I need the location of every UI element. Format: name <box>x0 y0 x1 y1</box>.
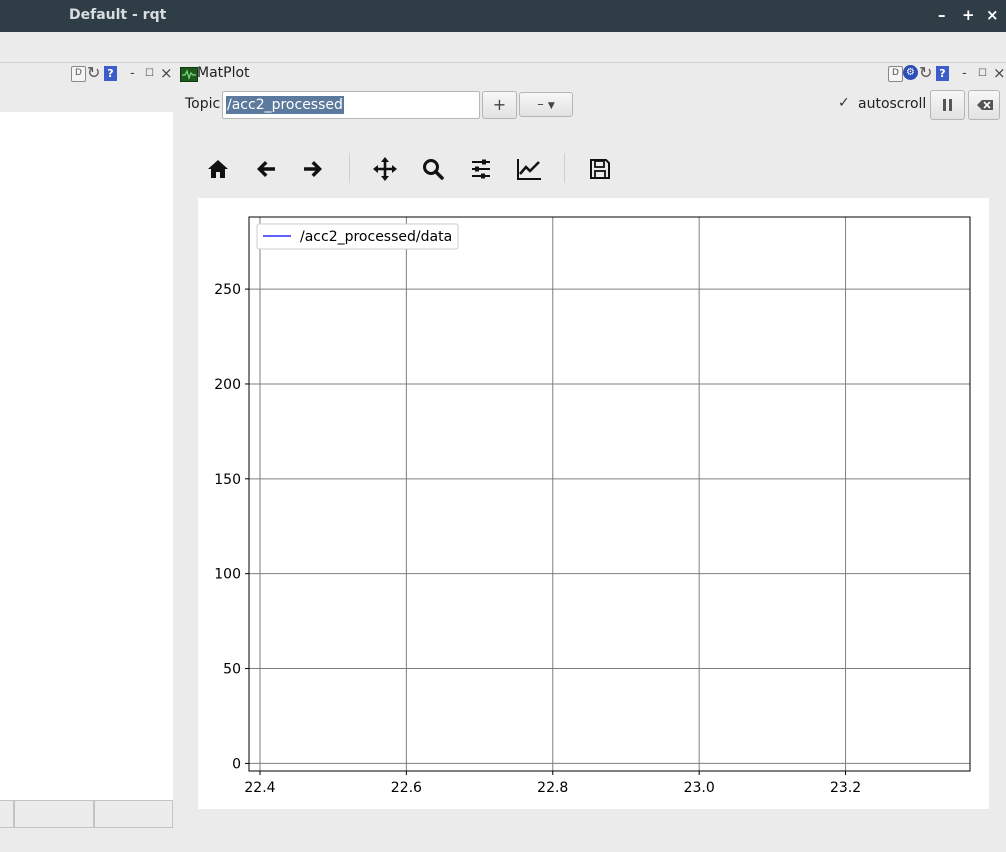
y-tick-label: 0 <box>232 756 241 772</box>
y-tick-label: 250 <box>214 282 241 298</box>
x-tick-label: 23.2 <box>830 780 861 796</box>
y-tick-label: 150 <box>214 472 241 488</box>
reload-icon[interactable]: ↻ <box>87 63 100 82</box>
window-title: Default - rqt <box>69 7 167 23</box>
maximize-button[interactable]: + <box>962 6 975 24</box>
pause-icon <box>943 99 952 111</box>
plugin-reload-icon[interactable]: ↻ <box>919 63 932 82</box>
autoscroll-label: autoscroll <box>858 96 927 112</box>
configure-subplots-icon[interactable] <box>465 154 497 184</box>
forward-icon[interactable] <box>297 154 329 184</box>
x-tick-label: 22.4 <box>244 780 275 796</box>
left-dock-float-button[interactable]: - <box>130 66 135 81</box>
legend-label: /acc2_processed/data <box>300 229 452 245</box>
dock-context-icon[interactable]: D <box>71 66 86 82</box>
save-icon[interactable] <box>584 154 616 184</box>
zoom-icon[interactable] <box>417 154 449 184</box>
menu-bar <box>0 32 1006 63</box>
home-icon[interactable] <box>202 154 234 184</box>
y-tick-label: 200 <box>214 377 241 393</box>
clear-icon <box>977 100 993 110</box>
back-icon[interactable] <box>250 154 282 184</box>
help-icon[interactable]: ? <box>104 66 117 81</box>
settings-gear-icon[interactable]: ⚙ <box>903 65 918 80</box>
remove-topic-dropdown[interactable]: – ▼ <box>519 92 573 117</box>
minimize-button[interactable]: – <box>938 6 946 24</box>
edit-curves-icon[interactable] <box>513 154 545 184</box>
plugin-float-button[interactable]: - <box>962 66 967 81</box>
autoscroll-checkbox[interactable]: ✓ <box>838 96 851 110</box>
toolbar-separator <box>564 153 565 183</box>
left-dock-close-button[interactable]: × <box>160 64 173 82</box>
plugin-context-icon[interactable]: D <box>888 66 903 82</box>
y-tick-label: 50 <box>223 662 241 678</box>
x-tick-label: 23.0 <box>684 780 715 796</box>
topic-input-value: /acc2_processed <box>226 96 344 114</box>
footer-cell <box>94 800 173 828</box>
topic-label: Topic <box>185 96 221 112</box>
plugin-undock-icon[interactable]: ☐ <box>978 68 987 79</box>
left-dock-footer <box>0 800 173 828</box>
footer-cell <box>0 800 14 828</box>
y-tick-label: 100 <box>214 567 241 583</box>
pan-icon[interactable] <box>369 154 401 184</box>
x-tick-label: 22.6 <box>391 780 422 796</box>
clear-button[interactable] <box>968 90 1000 120</box>
matplot-plugin-icon <box>180 67 198 82</box>
topic-input[interactable]: /acc2_processed <box>222 91 480 119</box>
toolbar-separator <box>349 153 350 183</box>
footer-cell <box>14 800 94 828</box>
plot-canvas[interactable]: 22.4 22.6 22.8 23.0 23.2 0 50 100 150 200 250/acc2… <box>198 198 989 809</box>
plugin-close-button[interactable]: × <box>993 64 1006 82</box>
close-window-button[interactable]: × <box>986 6 999 24</box>
remove-topic-label: – <box>537 97 544 112</box>
left-dock-undock-button[interactable]: ☐ <box>145 68 154 79</box>
line-chart: 22.4 22.6 22.8 23.0 23.2 0 50 100 150 200 250/acc2… <box>214 216 971 796</box>
x-tick-label: 22.8 <box>537 780 568 796</box>
axes-frame <box>248 216 971 772</box>
add-topic-button[interactable]: + <box>482 91 517 119</box>
left-dock-content <box>0 112 173 800</box>
pause-button[interactable] <box>930 90 965 120</box>
plugin-help-icon[interactable]: ? <box>936 66 949 81</box>
chevron-down-icon: ▼ <box>547 101 555 111</box>
plugin-title: MatPlot <box>197 65 250 81</box>
